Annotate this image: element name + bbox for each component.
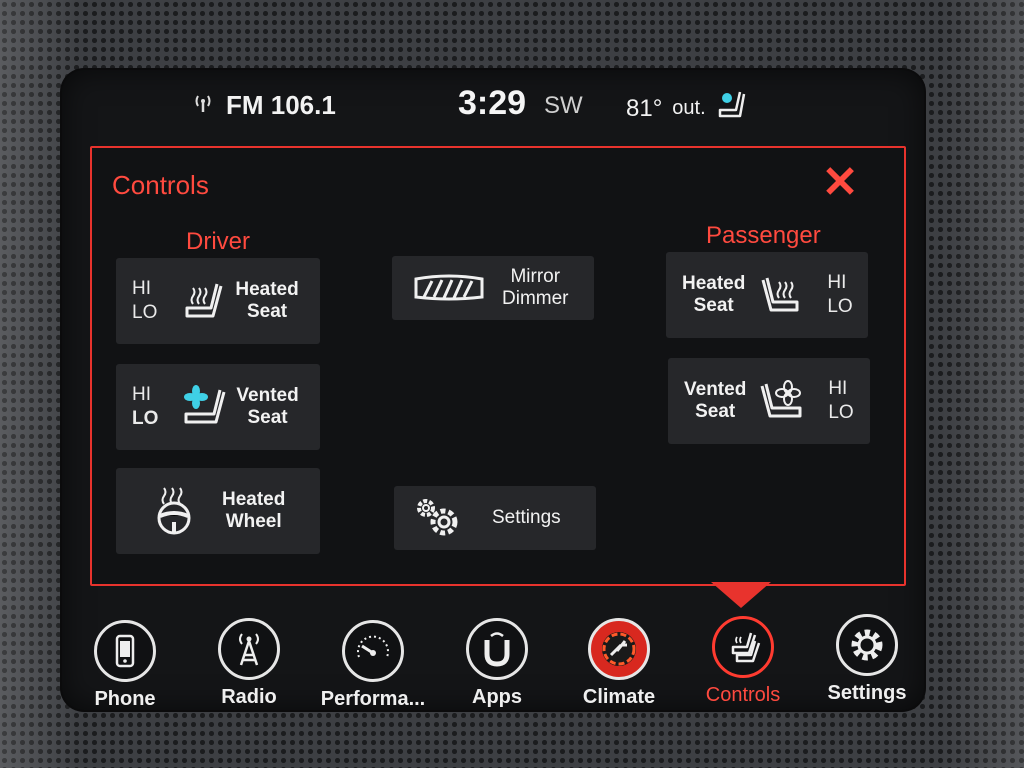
driver-vented-seat-button[interactable]: HI LO Vented Seat (116, 364, 320, 450)
radio-station-label: FM 106.1 (226, 90, 336, 120)
radio-tower-icon (218, 618, 280, 680)
heated-wheel-button[interactable]: Heated Wheel (116, 468, 320, 554)
clock: 3:29 (458, 84, 527, 122)
gear-icon (836, 614, 898, 676)
label-line2: Dimmer (502, 288, 569, 309)
vent-level: HI LO (132, 383, 158, 431)
heated-seat-icon (757, 272, 805, 318)
heat-level: HI LO (132, 277, 157, 325)
nav-controls[interactable]: Controls (688, 616, 798, 707)
controls-icon (712, 616, 774, 678)
label-line1: Vented (236, 385, 299, 406)
nav-label: Apps (472, 686, 522, 708)
tile-label: Mirror Dimmer (502, 266, 569, 310)
compass-direction: SW (544, 92, 583, 119)
tile-label: Heated Seat (682, 273, 745, 317)
signal-icon (192, 93, 214, 118)
heated-steering-wheel-icon (150, 486, 198, 536)
controls-panel: Controls ✕ Driver Passenger HI LO Heated… (90, 146, 906, 586)
label-line1: Mirror (510, 266, 561, 287)
level-lo: LO (828, 402, 854, 423)
level-hi: HI (132, 278, 151, 299)
phone-icon (94, 620, 156, 682)
status-bar: FM 106.1 3:29 SW 81° out. (62, 70, 924, 140)
label-line2: Seat (693, 295, 734, 316)
level-lo: LO (132, 408, 159, 429)
label-line2: Seat (247, 407, 288, 428)
nav-settings[interactable]: Settings (812, 614, 922, 705)
heated-seat-icon (179, 278, 227, 324)
label-line2: Seat (695, 401, 736, 422)
outside-temperature: 81° out. (626, 90, 748, 127)
settings-button[interactable]: Settings (394, 486, 596, 550)
vent-level: HI LO (828, 377, 853, 425)
gears-icon (414, 496, 464, 540)
temperature-value: 81° (626, 94, 663, 122)
driver-label: Driver (186, 228, 250, 255)
tile-label: Heated Wheel (222, 489, 285, 533)
nav-radio[interactable]: Radio (194, 618, 304, 709)
level-hi: HI (827, 272, 847, 293)
nav-apps[interactable]: Apps (442, 618, 552, 709)
tile-label: Heated Seat (235, 279, 298, 323)
nav-label: Settings (827, 682, 907, 704)
label-line2: Seat (246, 301, 288, 322)
mirror-dimmer-button[interactable]: Mirror Dimmer (392, 256, 594, 320)
tile-label: Vented Seat (684, 379, 746, 423)
level-lo: LO (827, 296, 853, 317)
level-lo: LO (132, 302, 158, 323)
passenger-heated-seat-button[interactable]: Heated Seat HI LO (666, 252, 868, 338)
label-line1: Heated (222, 489, 286, 510)
nav-label: Phone (94, 688, 156, 710)
nav-climate[interactable]: Climate (564, 618, 674, 709)
bottom-nav: Phone Radio Performa... Apps Climate Con… (62, 606, 924, 710)
passenger-vented-seat-button[interactable]: Vented Seat HI LO (668, 358, 870, 444)
level-hi: HI (132, 384, 151, 405)
label-line2: Wheel (225, 511, 282, 532)
radio-station[interactable]: FM 106.1 (192, 90, 336, 121)
label-line1: Heated (682, 273, 746, 294)
tile-label: Vented Seat (236, 385, 298, 429)
nav-label: Radio (221, 686, 277, 708)
vented-seat-status-icon (716, 90, 748, 127)
climate-icon (588, 618, 650, 680)
close-icon[interactable]: ✕ (820, 161, 860, 205)
active-tab-pointer (711, 582, 771, 608)
nav-label: Performa... (320, 688, 426, 710)
infotainment-screen: FM 106.1 3:29 SW 81° out. Controls ✕ Driv… (62, 70, 924, 710)
driver-heated-seat-button[interactable]: HI LO Heated Seat (116, 258, 320, 344)
mirror-icon (410, 273, 488, 303)
apps-icon (466, 618, 528, 680)
nav-label: Controls (705, 684, 781, 706)
nav-performance[interactable]: Performa... (318, 620, 428, 711)
label-line1: Heated (235, 279, 299, 300)
panel-title: Controls (112, 170, 209, 200)
heat-level: HI LO (827, 271, 852, 319)
vented-seat-icon (758, 378, 806, 424)
nav-label: Climate (582, 686, 656, 708)
gauge-icon (342, 620, 404, 682)
nav-phone[interactable]: Phone (70, 620, 180, 711)
vented-seat-icon (180, 384, 228, 430)
temperature-suffix: out. (672, 97, 706, 119)
level-hi: HI (828, 378, 848, 399)
passenger-label: Passenger (706, 222, 821, 249)
tile-label: Settings (492, 507, 561, 528)
label-line1: Vented (684, 379, 747, 400)
